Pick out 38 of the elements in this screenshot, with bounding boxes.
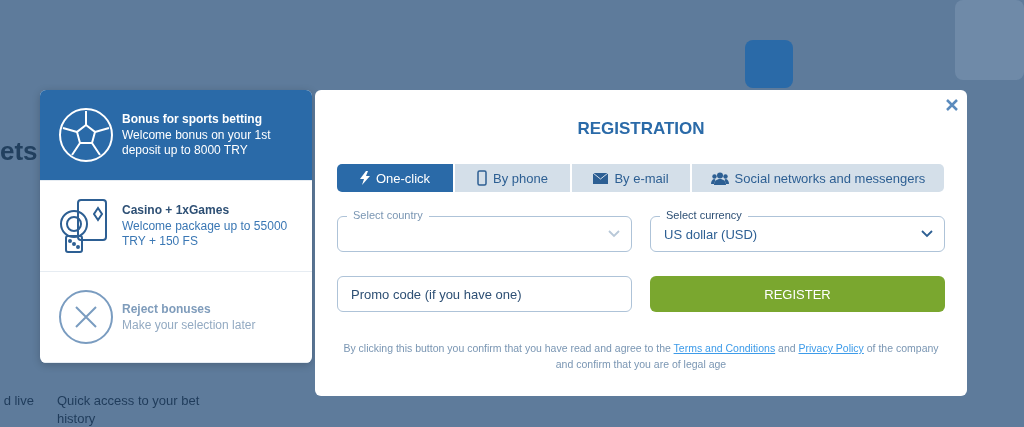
bonus-title: Bonus for sports betting [122,112,263,126]
tab[interactable]: By e-mail [572,164,690,192]
currency-value: US dollar (USD) [664,226,758,242]
tab[interactable]: By phone [455,164,570,192]
soccer-ball-icon [58,107,114,163]
register-button[interactable]: REGISTER [650,276,945,312]
feature-text: Quick access to your bet history [57,392,201,427]
dialog-title: REGISTRATION [576,118,706,140]
people-icon [710,171,729,185]
currency-select[interactable]: Select currency US dollar (USD) [650,208,945,252]
chevron-down-icon [608,230,620,238]
legal-link[interactable]: Terms and Conditions [673,342,776,354]
promo-code-field[interactable]: Promo code (if you have one) [337,276,632,312]
feature-text: d live [2,392,34,410]
legal-notice: By clicking this button you confirm that you have read and agree to the Terms and Conditions and Privacy Policy of the company and confirm that you are of legal age [342,341,940,372]
bonus-title: Casino + 1xGames [122,203,231,217]
bonus-option[interactable]: Bonus for sports betting Welcome bonus on your 1st deposit up to 8000 TRY [40,90,312,181]
close-button[interactable] [945,98,959,112]
app-tile [745,40,793,88]
bonus-description: Welcome package up to 55000 TRY + 150 FS [122,219,289,249]
bonus-description: Welcome bonus on your 1st deposit up to 8000 TRY [122,128,272,158]
phone-icon [477,170,488,186]
field-label: Select country [347,208,429,222]
page-heading: ets [0,136,38,167]
cross-circle-icon [58,289,114,345]
bonus-option[interactable]: Casino + 1xGames Welcome package up to 55000 TRY + 150 FS [40,181,312,272]
tab[interactable]: Social networks and messengers [692,164,944,192]
bonus-description: Make your selection later [122,317,256,333]
close-icon [945,98,959,112]
envelope-icon [593,172,609,184]
bonus-option[interactable]: Reject bonuses Make your selection later [40,272,312,363]
bonus-title: Reject bonuses [122,301,212,316]
lightning-icon [359,171,370,185]
tab[interactable]: One-click [337,164,453,192]
legal-link[interactable]: Privacy Policy [798,342,864,354]
country-select[interactable]: Select country [337,208,632,252]
chevron-down-icon [921,230,933,238]
field-label: Select currency [660,208,748,222]
